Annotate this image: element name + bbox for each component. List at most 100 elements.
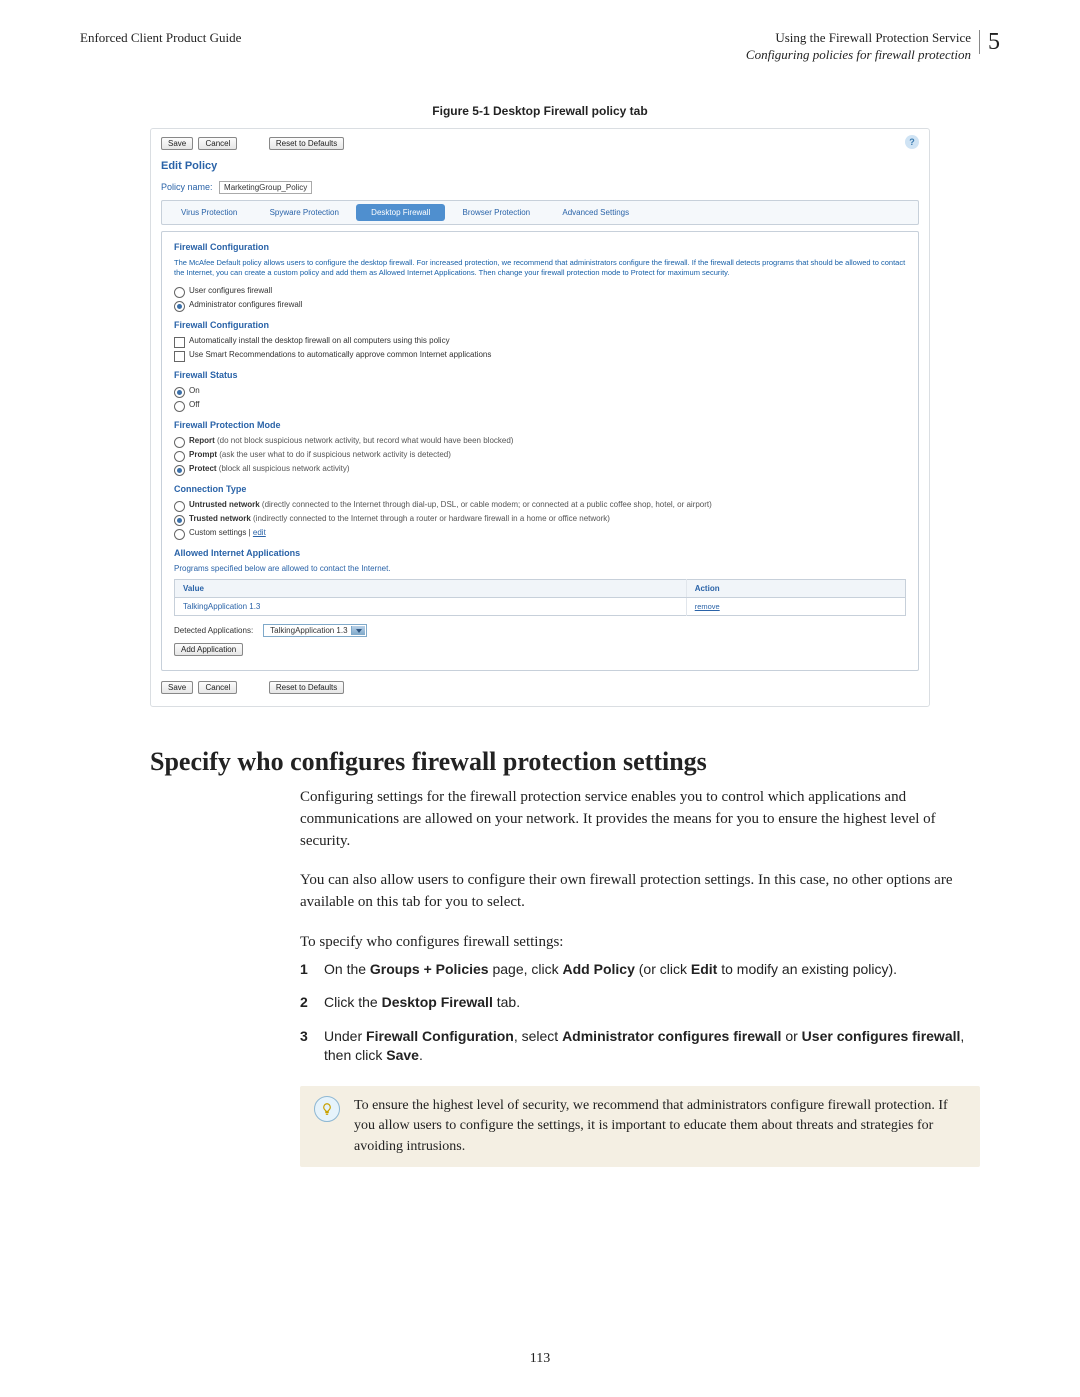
col-value: Value bbox=[175, 580, 687, 598]
ui-ref: Groups + Policies bbox=[370, 961, 489, 977]
tab-spyware-protection[interactable]: Spyware Protection bbox=[255, 204, 354, 221]
note-text: To ensure the highest level of security,… bbox=[354, 1096, 966, 1157]
radio-mode-protect[interactable]: Protect (block all suspicious network ac… bbox=[174, 464, 906, 476]
firewall-configuration-title-2: Firewall Configuration bbox=[174, 320, 906, 330]
radio-label: Administrator configures firewall bbox=[189, 300, 302, 309]
tab-desktop-firewall[interactable]: Desktop Firewall bbox=[356, 204, 445, 221]
conn-desc: (directly connected to the Internet thro… bbox=[262, 500, 712, 509]
conn-desc: (indirectly connected to the Internet th… bbox=[253, 514, 610, 523]
add-application-button[interactable]: Add Application bbox=[174, 643, 243, 656]
mode-desc: (block all suspicious network activity) bbox=[219, 464, 350, 473]
table-row: TalkingApplication 1.3 remove bbox=[175, 598, 906, 616]
page-header: Enforced Client Product Guide Using the … bbox=[80, 30, 1000, 64]
mode-desc: (do not block suspicious network activit… bbox=[217, 436, 513, 445]
remove-link[interactable]: remove bbox=[695, 602, 720, 611]
radio-status-off[interactable]: Off bbox=[174, 400, 906, 412]
radio-label: User configures firewall bbox=[189, 286, 272, 295]
step-item: 1 On the Groups + Policies page, click A… bbox=[300, 960, 980, 980]
ui-ref: Add Policy bbox=[563, 961, 635, 977]
allowed-apps-title: Allowed Internet Applications bbox=[174, 548, 906, 558]
checkbox-icon bbox=[174, 351, 185, 362]
step-number: 1 bbox=[300, 960, 314, 980]
radio-icon bbox=[174, 301, 185, 312]
radio-conn-trusted[interactable]: Trusted network (indirectly connected to… bbox=[174, 514, 906, 526]
radio-icon bbox=[174, 501, 185, 512]
radio-mode-report[interactable]: Report (do not block suspicious network … bbox=[174, 436, 906, 448]
radio-conn-untrusted[interactable]: Untrusted network (directly connected to… bbox=[174, 500, 906, 512]
ui-ref: Administrator configures firewall bbox=[562, 1028, 781, 1044]
allowed-apps-table: Value Action TalkingApplication 1.3 remo… bbox=[174, 579, 906, 616]
cancel-button-bottom[interactable]: Cancel bbox=[198, 681, 237, 694]
step-item: 3 Under Firewall Configuration, select A… bbox=[300, 1027, 980, 1066]
ui-ref: User configures firewall bbox=[802, 1028, 961, 1044]
policy-name-label: Policy name: bbox=[161, 182, 213, 192]
lightbulb-icon bbox=[314, 1096, 340, 1122]
reset-button-top[interactable]: Reset to Defaults bbox=[269, 137, 344, 150]
cancel-button-top[interactable]: Cancel bbox=[198, 137, 237, 150]
section-heading: Specify who configures firewall protecti… bbox=[150, 747, 980, 777]
radio-icon bbox=[174, 451, 185, 462]
step-number: 2 bbox=[300, 993, 314, 1013]
tab-virus-protection[interactable]: Virus Protection bbox=[166, 204, 252, 221]
radio-mode-prompt[interactable]: Prompt (ask the user what to do if suspi… bbox=[174, 450, 906, 462]
radio-label: Off bbox=[189, 400, 200, 409]
step-number: 3 bbox=[300, 1027, 314, 1066]
firewall-mode-title: Firewall Protection Mode bbox=[174, 420, 906, 430]
edit-policy-title: Edit Policy bbox=[161, 160, 919, 172]
checkbox-icon bbox=[174, 337, 185, 348]
policy-name-input[interactable]: MarketingGroup_Policy bbox=[219, 181, 312, 194]
mode-name: Protect bbox=[189, 464, 217, 473]
check-auto-install[interactable]: Automatically install the desktop firewa… bbox=[174, 336, 906, 348]
check-smart-recommendations[interactable]: Use Smart Recommendations to automatical… bbox=[174, 350, 906, 362]
tab-advanced-settings[interactable]: Advanced Settings bbox=[547, 204, 644, 221]
help-icon[interactable]: ? bbox=[905, 135, 919, 149]
radio-icon bbox=[174, 465, 185, 476]
select-value: TalkingApplication 1.3 bbox=[270, 626, 347, 635]
firewall-info-text: The McAfee Default policy allows users t… bbox=[174, 258, 906, 278]
page-number: 113 bbox=[0, 1351, 1080, 1367]
allowed-apps-note: Programs specified below are allowed to … bbox=[174, 564, 906, 573]
tab-browser-protection[interactable]: Browser Protection bbox=[448, 204, 546, 221]
ui-ref: Desktop Firewall bbox=[382, 994, 493, 1010]
mode-name: Prompt bbox=[189, 450, 217, 459]
mode-name: Report bbox=[189, 436, 215, 445]
tab-bar: Virus Protection Spyware Protection Desk… bbox=[161, 200, 919, 225]
conn-name: Custom settings bbox=[189, 528, 246, 537]
detected-apps-select[interactable]: TalkingApplication 1.3 bbox=[263, 624, 366, 637]
detected-apps-label: Detected Applications: bbox=[174, 626, 253, 635]
conn-name: Untrusted network bbox=[189, 500, 260, 509]
save-button-bottom[interactable]: Save bbox=[161, 681, 193, 694]
header-right-subtitle: Configuring policies for firewall protec… bbox=[746, 47, 971, 64]
radio-conn-custom[interactable]: Custom settings | edit bbox=[174, 528, 906, 540]
radio-icon bbox=[174, 401, 185, 412]
firewall-status-title: Firewall Status bbox=[174, 370, 906, 380]
header-left: Enforced Client Product Guide bbox=[80, 30, 241, 46]
firewall-policy-panel: ? Save Cancel Reset to Defaults Edit Pol… bbox=[150, 128, 930, 707]
radio-label: On bbox=[189, 386, 200, 395]
chapter-number: 5 bbox=[979, 30, 1000, 54]
paragraph: Configuring settings for the firewall pr… bbox=[300, 787, 980, 852]
radio-admin-configures[interactable]: Administrator configures firewall bbox=[174, 300, 906, 312]
cell-value: TalkingApplication 1.3 bbox=[175, 598, 687, 616]
col-action: Action bbox=[686, 580, 905, 598]
steps-intro: To specify who configures firewall setti… bbox=[300, 932, 980, 954]
mode-desc: (ask the user what to do if suspicious n… bbox=[219, 450, 451, 459]
radio-icon bbox=[174, 387, 185, 398]
ui-ref: Edit bbox=[691, 961, 717, 977]
save-button-top[interactable]: Save bbox=[161, 137, 193, 150]
check-label: Use Smart Recommendations to automatical… bbox=[189, 350, 491, 359]
ui-ref: Save bbox=[386, 1047, 419, 1063]
reset-button-bottom[interactable]: Reset to Defaults bbox=[269, 681, 344, 694]
connection-type-title: Connection Type bbox=[174, 484, 906, 494]
check-label: Automatically install the desktop firewa… bbox=[189, 336, 450, 345]
radio-icon bbox=[174, 287, 185, 298]
conn-name: Trusted network bbox=[189, 514, 251, 523]
chevron-down-icon bbox=[356, 629, 362, 633]
step-item: 2 Click the Desktop Firewall tab. bbox=[300, 993, 980, 1013]
custom-edit-link[interactable]: edit bbox=[253, 528, 266, 537]
radio-user-configures[interactable]: User configures firewall bbox=[174, 286, 906, 298]
ui-ref: Firewall Configuration bbox=[366, 1028, 514, 1044]
radio-icon bbox=[174, 437, 185, 448]
policy-content: Firewall Configuration The McAfee Defaul… bbox=[161, 231, 919, 671]
radio-status-on[interactable]: On bbox=[174, 386, 906, 398]
